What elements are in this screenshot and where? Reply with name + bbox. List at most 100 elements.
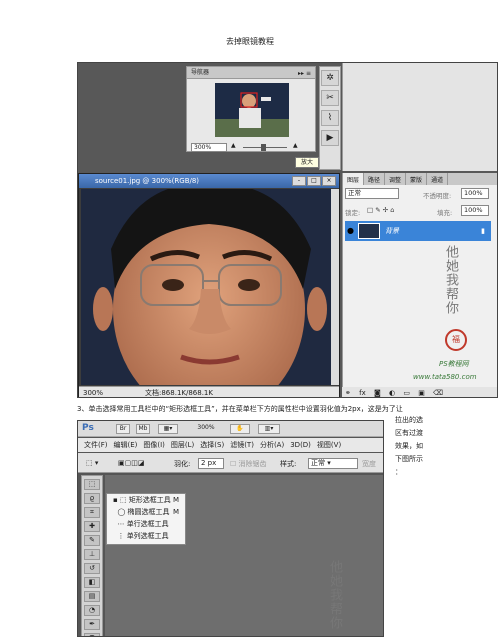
flyout-item-row[interactable]: ⋯ 单行选框工具 <box>107 518 185 530</box>
menu-analysis[interactable]: 分析(A) <box>260 438 284 452</box>
lock-icon: ▮ <box>481 227 485 235</box>
document-statusbar: 300% 文档:868.1K/868.1K <box>79 386 339 397</box>
style-value: 正常 <box>311 459 325 467</box>
folder-icon[interactable]: ▭ <box>403 389 410 397</box>
maximize-button[interactable]: □ <box>307 176 321 186</box>
menu-filter[interactable]: 滤镜(T) <box>230 438 254 452</box>
layer-name: 背景 <box>385 227 399 235</box>
minibridge-icon[interactable]: Mb <box>136 424 150 434</box>
hand-icon[interactable]: ✋ <box>230 424 250 434</box>
fill-label: 填充: <box>437 209 453 217</box>
zoom-in-icon[interactable]: ▲ <box>293 142 298 149</box>
brush-dock-icon[interactable]: ⌇ <box>321 110 339 126</box>
visibility-eye-icon[interactable]: ● <box>347 221 357 241</box>
gradient-tool-icon[interactable]: ▤ <box>84 591 100 602</box>
menu-image[interactable]: 图像(I) <box>143 438 165 452</box>
blend-row: 正常 不透明度: 100% <box>345 188 497 200</box>
link-icon[interactable]: ⚭ <box>345 389 351 397</box>
background-layer[interactable]: ● 背景 ▮ <box>345 221 491 241</box>
lock-icons[interactable]: □ ✎ ✢ ⌂ <box>367 206 394 214</box>
menu-layer[interactable]: 图层(L) <box>171 438 194 452</box>
crop-tool-icon[interactable]: ⌗ <box>84 507 100 518</box>
dodge-tool-icon[interactable]: ◔ <box>84 605 100 616</box>
app-bar: Ps Br Mb ▦▾ 300% ✋ ▥▾ <box>78 421 383 437</box>
stamp-tool-icon[interactable]: ⊥ <box>84 549 100 560</box>
type-tool-icon[interactable]: T <box>84 633 100 636</box>
zoom-out-icon[interactable]: ▲ <box>231 142 236 149</box>
watermark-site-label: PS教程网 <box>439 360 469 368</box>
style-select[interactable]: 正常 ▾ <box>308 458 358 469</box>
minimize-button[interactable]: - <box>292 176 306 186</box>
vertical-scrollbar[interactable] <box>331 189 339 385</box>
status-zoom[interactable]: 300% <box>83 387 103 397</box>
close-button[interactable]: × <box>322 176 336 186</box>
flyout-item-column[interactable]: ⋮ 单列选框工具 <box>107 530 185 542</box>
lasso-tool-icon[interactable]: ϱ <box>84 493 100 504</box>
menu-file[interactable]: 文件(F) <box>84 438 108 452</box>
tab-paths[interactable]: 路径 <box>364 173 386 185</box>
flyout-item-ellipse[interactable]: ◯ 椭圆选框工具 M <box>107 506 185 518</box>
mask-icon[interactable]: ◙ <box>374 389 381 397</box>
menu-edit[interactable]: 编辑(E) <box>114 438 138 452</box>
side-text: 拉出的选 区有过渡 效果，如 下图所示 ： <box>395 414 440 479</box>
bridge-icon[interactable]: Br <box>116 424 130 434</box>
document-title: 去掉眼镜教程 <box>226 37 274 46</box>
layer-thumbnail <box>358 223 380 239</box>
panel-menu-icon[interactable]: ▸▸ ≡ <box>298 68 311 79</box>
feather-input[interactable]: 2 px <box>198 458 224 469</box>
feather-label: 羽化: <box>174 460 191 468</box>
antialias-label: 消除锯齿 <box>238 460 267 468</box>
antialias-checkbox[interactable]: ☐ 消除锯齿 <box>230 459 267 469</box>
canvas-photo[interactable] <box>81 189 331 385</box>
face-image <box>81 189 331 385</box>
menu-3d[interactable]: 3D(D) <box>290 438 311 452</box>
thumbnail-image <box>215 83 289 137</box>
document-window: source01.jpg @ 300%(RGB/8) - □ × 300% 文档… <box>78 173 340 397</box>
ps-logo: Ps <box>82 423 94 433</box>
tab-channels[interactable]: 通道 <box>427 173 449 185</box>
menu-select[interactable]: 选择(S) <box>200 438 224 452</box>
tab-masks[interactable]: 蒙版 <box>406 173 428 185</box>
fill-field[interactable]: 100% <box>461 205 489 216</box>
navigator-zoom: 300% ▲ ▲ <box>187 141 317 153</box>
zoom-level[interactable]: 300% <box>186 424 226 434</box>
navigator-thumbnail[interactable] <box>215 83 289 137</box>
side-line: 效果，如 <box>395 442 423 450</box>
layers-footer: ⚭ fx ◙ ◐ ▭ ▣ ⌫ <box>342 387 497 397</box>
opacity-field[interactable]: 100% <box>461 188 489 199</box>
selection-mode-icons[interactable]: ▣▢◫◪ <box>118 459 144 467</box>
view-extras-icon[interactable]: ▦▾ <box>158 424 178 434</box>
zoom-slider-handle[interactable] <box>261 144 266 151</box>
tools-dock-icon[interactable]: ✂ <box>321 90 339 106</box>
menu-view[interactable]: 视图(V) <box>317 438 341 452</box>
blend-mode-select[interactable]: 正常 <box>345 188 399 199</box>
history-brush-icon[interactable]: ↺ <box>84 563 100 574</box>
adjustment-icon[interactable]: ◐ <box>389 389 395 397</box>
document-titlebar[interactable]: source01.jpg @ 300%(RGB/8) - □ × <box>79 174 339 188</box>
arrange-icon[interactable]: ▥▾ <box>258 424 280 434</box>
flyout-label: 矩形选框工具 <box>128 496 171 504</box>
tab-adjustments[interactable]: 调整 <box>385 173 407 185</box>
marquee-preset-icon[interactable]: ⬚ ▾ <box>86 459 98 467</box>
navigator-dock-icon[interactable]: ✲ <box>321 70 339 86</box>
photoshop-screenshot-2: Ps Br Mb ▦▾ 300% ✋ ▥▾ 文件(F) 编辑(E) 图像(I) … <box>77 420 384 637</box>
new-layer-icon[interactable]: ▣ <box>418 389 425 397</box>
right-panel-area <box>342 63 497 171</box>
trash-icon[interactable]: ⌫ <box>433 389 443 397</box>
flyout-item-rect[interactable]: ▪ ⬚ 矩形选框工具 M <box>107 494 185 506</box>
heal-tool-icon[interactable]: ✚ <box>84 521 100 532</box>
marquee-tool-icon[interactable]: ⬚ <box>84 479 100 490</box>
window-controls: - □ × <box>292 176 336 186</box>
lock-row: 锁定: □ ✎ ✢ ⌂ 填充: 100% <box>345 205 497 217</box>
navigator-panel: 导航器 ▸▸ ≡ 300% ▲ ▲ <box>186 66 316 152</box>
fx-button[interactable]: fx <box>359 389 366 397</box>
side-dock: ✲ ✂ ⌇ ▶ <box>319 66 341 170</box>
tab-layers[interactable]: 图层 <box>343 173 365 185</box>
brush-tool-icon[interactable]: ✎ <box>84 535 100 546</box>
flyout-label: 单列选框工具 <box>126 532 169 540</box>
pen-tool-icon[interactable]: ✒ <box>84 619 100 630</box>
play-dock-icon[interactable]: ▶ <box>321 130 339 146</box>
eraser-tool-icon[interactable]: ◧ <box>84 577 100 588</box>
zoom-value-field[interactable]: 300% <box>191 143 227 152</box>
watermark-calligraphy-2: 他她我帮你 <box>327 560 342 630</box>
